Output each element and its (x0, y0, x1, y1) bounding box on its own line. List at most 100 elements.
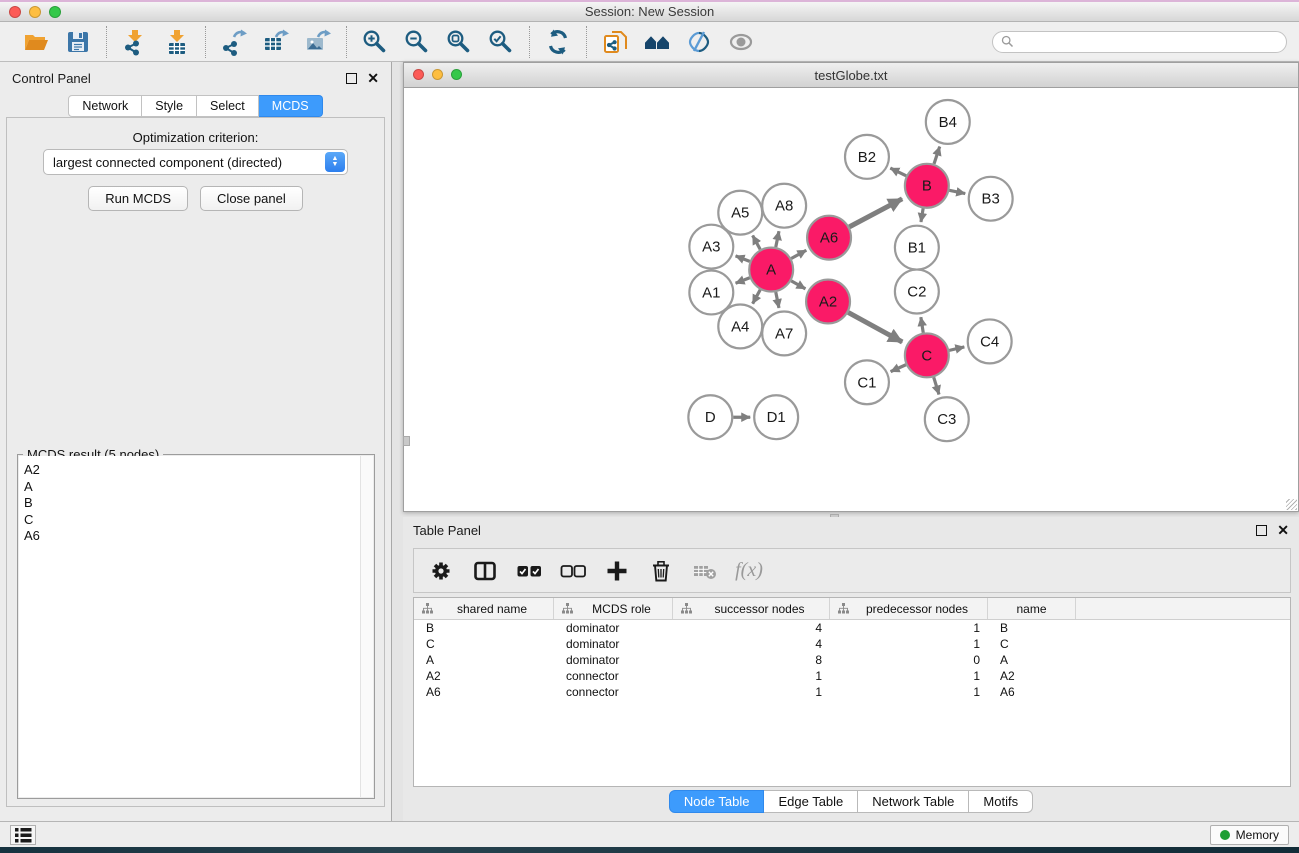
export-image-button[interactable] (302, 26, 334, 58)
graph-edge-C-C3[interactable] (934, 377, 939, 394)
zoom-window-button[interactable] (49, 6, 61, 18)
save-session-button[interactable] (62, 26, 94, 58)
table-cell[interactable]: A (988, 653, 1076, 667)
graph-node-B3[interactable]: B3 (969, 177, 1013, 221)
graph-node-B1[interactable]: B1 (895, 226, 939, 270)
result-item[interactable]: A (24, 479, 360, 496)
graph-edge-A-A7[interactable] (776, 292, 779, 308)
table-cell[interactable]: B (988, 621, 1076, 635)
bird-eye-button[interactable] (725, 26, 757, 58)
table-cell[interactable]: connector (554, 669, 673, 683)
search-box[interactable] (992, 31, 1287, 53)
graph-edge-A-A4[interactable] (753, 290, 761, 304)
column-header-name[interactable]: name (988, 598, 1076, 619)
float-panel-icon[interactable] (346, 73, 357, 84)
zoom-out-button[interactable] (401, 26, 433, 58)
table-cell[interactable]: 1 (830, 669, 988, 683)
graphics-details-button[interactable] (683, 26, 715, 58)
table-cell[interactable]: 4 (673, 621, 830, 635)
graph-node-D[interactable]: D (688, 395, 732, 439)
tab-node-table[interactable]: Node Table (669, 790, 765, 813)
deselect-all-button[interactable] (558, 556, 588, 586)
table-cell[interactable]: 0 (830, 653, 988, 667)
graph-edge-A6-B[interactable] (849, 199, 902, 227)
graph-node-A4[interactable]: A4 (718, 304, 762, 348)
float-table-panel-icon[interactable] (1256, 525, 1267, 536)
close-panel-button[interactable]: Close panel (200, 186, 303, 211)
refresh-button[interactable] (542, 26, 574, 58)
result-item[interactable]: C (24, 512, 360, 529)
table-cell[interactable]: 8 (673, 653, 830, 667)
graph-node-C4[interactable]: C4 (968, 319, 1012, 363)
zoom-fit-button[interactable] (443, 26, 475, 58)
graph-node-C3[interactable]: C3 (925, 397, 969, 441)
task-history-button[interactable] (10, 825, 36, 845)
graph-edge-A-A1[interactable] (736, 278, 750, 283)
graph-edge-A-A6[interactable] (791, 250, 806, 258)
graph-edge-B-B3[interactable] (949, 190, 965, 193)
graph-node-B2[interactable]: B2 (845, 135, 889, 179)
result-scrollbar[interactable] (360, 456, 373, 797)
graph-node-A5[interactable]: A5 (718, 191, 762, 235)
tab-style[interactable]: Style (142, 95, 197, 117)
graph-edge-A-A5[interactable] (753, 235, 761, 249)
column-header-successor-nodes[interactable]: successor nodes (673, 598, 830, 619)
network-canvas[interactable]: AA1A2A3A4A5A6A7A8BB1B2B3B4CC1C2C3C4DD1 (404, 88, 1298, 511)
graph-node-D1[interactable]: D1 (754, 395, 798, 439)
tab-edge-table[interactable]: Edge Table (764, 790, 858, 813)
graph-edge-C-C1[interactable] (891, 365, 906, 372)
graph-node-B4[interactable]: B4 (926, 100, 970, 144)
select-all-button[interactable] (514, 556, 544, 586)
graph-node-A8[interactable]: A8 (762, 184, 806, 228)
zoom-selected-button[interactable] (485, 26, 517, 58)
export-table-button[interactable] (260, 26, 292, 58)
add-row-button[interactable] (602, 556, 632, 586)
graph-node-A2[interactable]: A2 (806, 280, 850, 324)
table-row[interactable]: A6connector11A6 (414, 684, 1290, 700)
table-row[interactable]: Adominator80A (414, 652, 1290, 668)
table-row[interactable]: Bdominator41B (414, 620, 1290, 636)
import-network-button[interactable] (119, 26, 151, 58)
table-cell[interactable]: dominator (554, 653, 673, 667)
window-resize-grip[interactable] (1286, 499, 1297, 510)
tab-network[interactable]: Network (68, 95, 142, 117)
graph-node-A7[interactable]: A7 (762, 311, 806, 355)
table-cell[interactable]: C (988, 637, 1076, 651)
show-column-button[interactable] (470, 556, 500, 586)
graph-edge-A2-C[interactable] (848, 312, 902, 342)
network-close-button[interactable] (413, 69, 424, 80)
table-cell[interactable]: dominator (554, 637, 673, 651)
close-panel-icon[interactable]: ✕ (367, 73, 379, 84)
open-session-button[interactable] (20, 26, 52, 58)
tab-motifs[interactable]: Motifs (969, 790, 1033, 813)
clone-network-button[interactable] (599, 26, 631, 58)
table-cell[interactable]: B (414, 621, 554, 635)
table-cell[interactable]: 1 (830, 685, 988, 699)
home-button[interactable] (641, 26, 673, 58)
result-item[interactable]: B (24, 495, 360, 512)
graph-node-C2[interactable]: C2 (895, 270, 939, 314)
graph-edge-C-C4[interactable] (949, 347, 964, 350)
delete-row-button[interactable] (646, 556, 676, 586)
result-item[interactable]: A6 (24, 528, 360, 545)
table-cell[interactable]: A2 (988, 669, 1076, 683)
table-cell[interactable]: dominator (554, 621, 673, 635)
network-minimize-button[interactable] (432, 69, 443, 80)
memory-button[interactable]: Memory (1210, 825, 1289, 845)
table-cell[interactable]: C (414, 637, 554, 651)
close-window-button[interactable] (9, 6, 21, 18)
graph-edge-A-A2[interactable] (791, 281, 805, 289)
graph-edge-C-C2[interactable] (921, 317, 923, 333)
import-table-button[interactable] (161, 26, 193, 58)
table-cell[interactable]: A6 (988, 685, 1076, 699)
graph-edge-B-B4[interactable] (934, 147, 940, 164)
graph-edge-A-A3[interactable] (736, 256, 750, 261)
table-cell[interactable]: 1 (830, 621, 988, 635)
close-table-panel-icon[interactable]: ✕ (1277, 525, 1289, 536)
graph-node-A[interactable]: A (749, 248, 793, 292)
minimize-window-button[interactable] (29, 6, 41, 18)
table-row[interactable]: Cdominator41C (414, 636, 1290, 652)
network-window-titlebar[interactable]: testGlobe.txt (404, 63, 1298, 88)
column-header-MCDS-role[interactable]: MCDS role (554, 598, 673, 619)
table-cell[interactable]: 1 (673, 669, 830, 683)
